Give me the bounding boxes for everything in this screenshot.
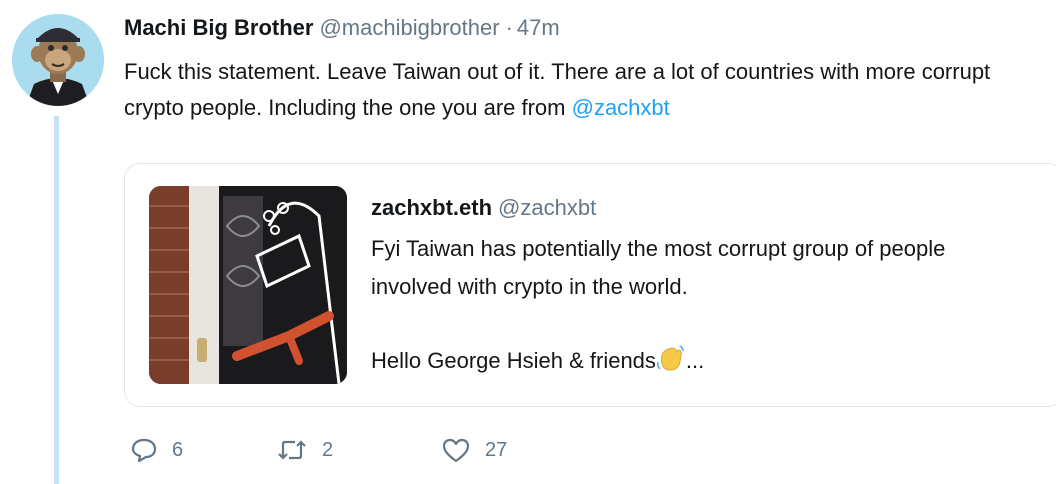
ape-avatar-image (12, 14, 104, 106)
header-separator: · (505, 15, 513, 40)
author-handle[interactable]: @machibigbrother (319, 15, 499, 40)
reply-bubble-icon (131, 438, 157, 463)
quoted-author-name[interactable]: zachxbt.eth (371, 195, 492, 220)
retweet-arrows-icon (278, 440, 306, 460)
quoted-text-line2: Hello George Hsieh & friends... (371, 342, 1031, 384)
like-button[interactable]: 27 (441, 436, 561, 464)
quoted-text-line1: Fyi Taiwan has potentially the most corr… (371, 236, 946, 299)
mention-link[interactable]: @zachxbt (572, 95, 670, 120)
retweet-button[interactable]: 2 (276, 436, 441, 464)
user-avatar[interactable] (12, 14, 104, 106)
tweet-header: Machi Big Brother @machibigbrother · 47m (124, 14, 560, 42)
reply-count: 6 (172, 438, 184, 461)
reply-button[interactable]: 6 (130, 436, 276, 464)
heart-icon (442, 438, 470, 463)
quoted-tweet-image[interactable] (149, 186, 347, 384)
tweet-page: Machi Big Brother @machibigbrother · 47m Fu… (0, 0, 1056, 484)
quoted-tweet-text: Fyi Taiwan has potentially the most corr… (371, 230, 1031, 384)
tweet-body: Fuck this statement. Leave Taiwan out of… (124, 59, 991, 120)
like-count: 27 (485, 438, 508, 461)
thread-connector-line (54, 116, 59, 484)
author-display-name[interactable]: Machi Big Brother (124, 15, 313, 40)
quoted-author-handle[interactable]: @zachxbt (498, 195, 596, 220)
quoted-text-line2-body: Hello George Hsieh & friends (371, 348, 656, 373)
tweet-timestamp[interactable]: 47m (517, 15, 560, 40)
tweet-action-bar: 6 2 27 (130, 432, 561, 468)
tweet-text: Fuck this statement. Leave Taiwan out of… (124, 54, 1054, 126)
quoted-tweet-header: zachxbt.eth @zachxbt (371, 194, 596, 222)
quoted-text-ellipsis: ... (685, 348, 705, 373)
door-photo-image (149, 186, 347, 384)
waving-hand-icon (656, 344, 686, 384)
retweet-count: 2 (322, 438, 334, 461)
quoted-tweet-card[interactable]: zachxbt.eth @zachxbt Fyi Taiwan has poten… (124, 163, 1056, 407)
